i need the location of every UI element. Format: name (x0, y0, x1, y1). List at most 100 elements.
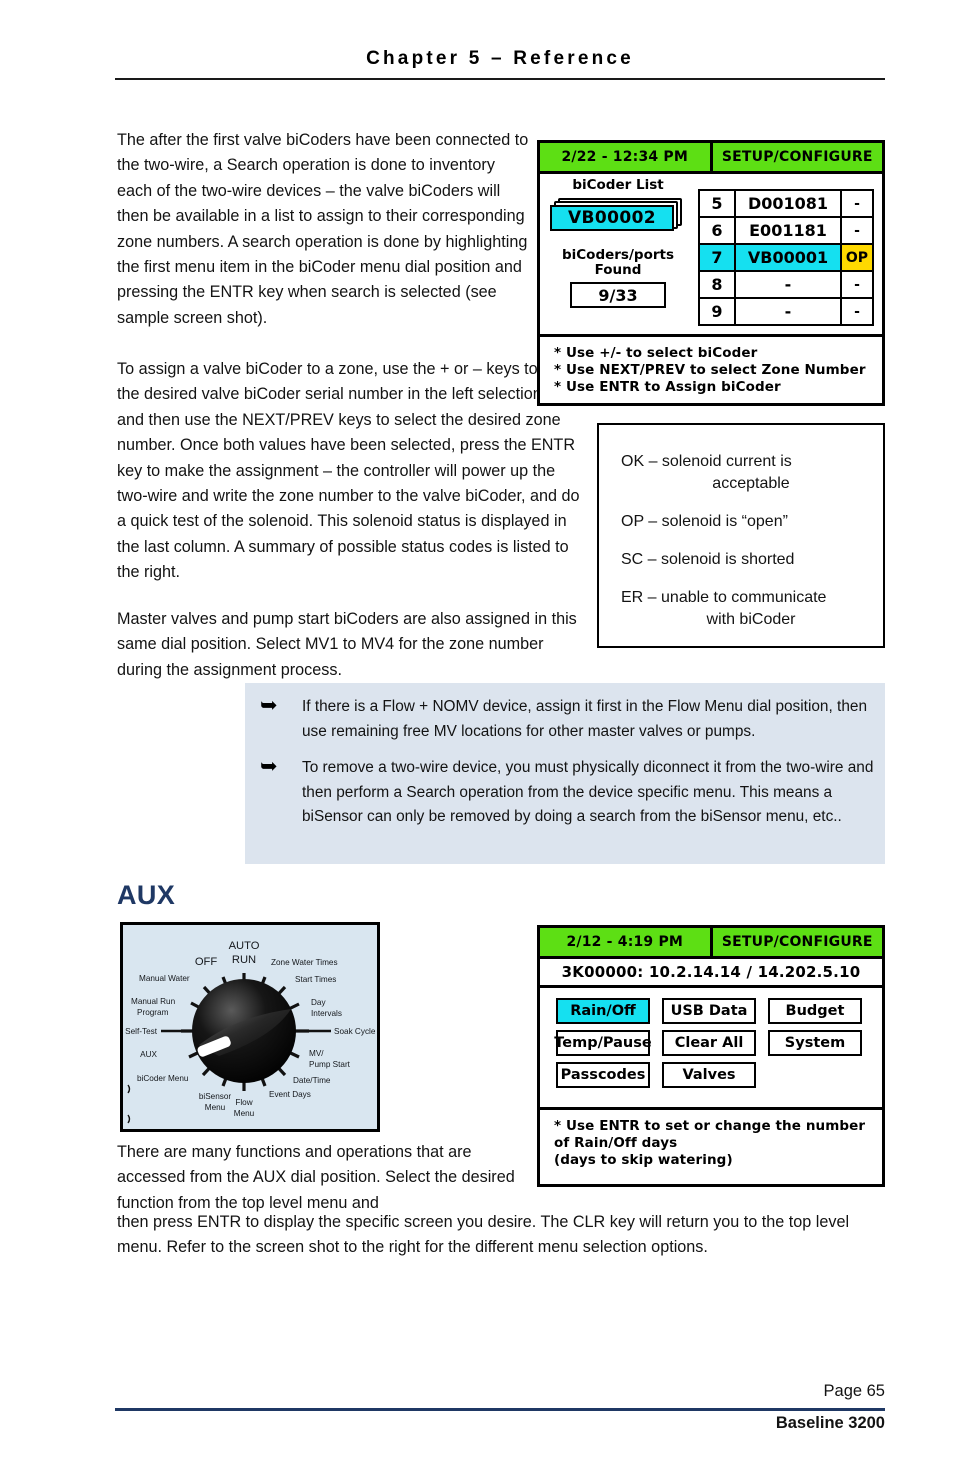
aux-button-system[interactable]: System (768, 1030, 862, 1056)
note-callout: ➥ If there is a Flow + NOMV device, assi… (245, 683, 885, 864)
dial-label-pump-start: Pump Start (309, 1060, 351, 1069)
aux-button-passcodes[interactable]: Passcodes (556, 1062, 650, 1088)
aux-button-budget[interactable]: Budget (768, 998, 862, 1024)
aux-button-clear-all[interactable]: Clear All (662, 1030, 756, 1056)
dial-label-zone-water-times: Zone Water Times (271, 958, 338, 967)
dial-label-bisensor-line1: biSensor (199, 1092, 232, 1101)
bicoder-screen-titlebar: 2/22 - 12:34 PM SETUP/CONFIGURE (540, 143, 882, 174)
zone-serial: D001081 (734, 189, 842, 218)
paragraph-aux-left: There are many functions and operations … (117, 1143, 515, 1212)
dial-label-day: Day (311, 998, 326, 1007)
bicoder-screen-figure: 2/22 - 12:34 PM SETUP/CONFIGURE biCoder … (537, 140, 885, 406)
aux-screen-version: 3K00000: 10.2.14.14 / 14.202.5.10 (540, 959, 882, 988)
arrow-bullet-icon: ➥ (260, 694, 278, 717)
aux-menu-grid: Rain/Off USB Data Budget Temp/Pause Clea… (540, 988, 882, 1110)
hint-line: * Use +/- to select biCoder (554, 345, 758, 361)
table-row[interactable]: 5 D001081 - (698, 189, 874, 218)
bicoder-screen-datetime: 2/22 - 12:34 PM (540, 143, 713, 171)
aux-screen-hints: * Use ENTR to set or change the number o… (540, 1110, 882, 1169)
dial-label-intervals: Intervals (311, 1009, 342, 1018)
dial-label-off: OFF (195, 956, 218, 968)
bicoders-found-value: 9/33 (570, 282, 666, 308)
aux-button-temp-pause[interactable]: Temp/Pause (554, 1030, 652, 1056)
dial-label-run: RUN (232, 954, 256, 966)
bicoders-found-label-line2: Found (594, 262, 642, 278)
dial-label-bicoder-menu: biCoder Menu (137, 1074, 189, 1083)
zone-status: - (840, 270, 874, 299)
bicoders-found-label: biCoders/ports Found (548, 248, 688, 278)
aux-screen-titlebar: 2/12 - 4:19 PM SETUP/CONFIGURE (540, 928, 882, 959)
zone-serial: - (734, 270, 842, 299)
section-heading-aux: AUX (117, 880, 176, 910)
bicoder-screen-mode: SETUP/CONFIGURE (721, 149, 873, 165)
dial-diagram-svg: AUTO RUN OFF Zone Water Times Start Time… (125, 940, 376, 1124)
status-code-op-text: OP – solenoid is “open” (621, 513, 788, 530)
zone-status: - (840, 189, 874, 218)
zone-index: 8 (698, 270, 736, 299)
table-row-selected[interactable]: 7 VB00001 OP (698, 243, 874, 272)
aux-menu-row: Rain/Off USB Data Budget (556, 998, 866, 1024)
zone-serial: - (734, 297, 842, 326)
dial-label-auto: AUTO (229, 940, 260, 952)
status-code-legend: OK – solenoid current is acceptable OP –… (597, 423, 885, 648)
status-code-op: OP – solenoid is “open” (621, 511, 863, 533)
paragraph-aux-wide: then press ENTR to display the specific … (117, 1213, 850, 1257)
aux-screen-datetime: 2/12 - 4:19 PM (540, 928, 713, 956)
note-item: ➥ If there is a Flow + NOMV device, assi… (257, 695, 875, 744)
zone-status: - (840, 216, 874, 245)
dial-label-flow-menu-line1: Flow (235, 1098, 252, 1107)
dial-label-soak-cycle: Soak Cycle (334, 1027, 376, 1036)
hint-line: (days to skip watering) (554, 1152, 733, 1168)
arrow-bullet-icon: ➥ (260, 755, 278, 778)
dial-label-program: Program (137, 1008, 169, 1017)
bicoder-list-label: biCoder List (572, 177, 664, 193)
status-code-er-cont: with biCoder (706, 611, 796, 628)
zone-index: 5 (698, 189, 736, 218)
dial-label-self-test: Self-Test (125, 1027, 158, 1036)
header-divider (115, 78, 885, 80)
aux-button-usb-data[interactable]: USB Data (662, 998, 756, 1024)
dial-label-bisensor-line2: Menu (205, 1103, 226, 1112)
zone-serial: E001181 (734, 216, 842, 245)
zone-status: - (840, 297, 874, 326)
paragraph-intro: The after the first valve biCoders have … (117, 128, 529, 348)
footer-divider (115, 1408, 885, 1411)
zone-index: 7 (698, 243, 736, 272)
note-item: ➥ To remove a two-wire device, you must … (257, 756, 875, 830)
aux-menu-row: Temp/Pause Clear All System (554, 1030, 866, 1056)
aux-menu-screen-figure: 2/12 - 4:19 PM SETUP/CONFIGURE 3K00000: … (537, 925, 885, 1187)
paragraph-2: To assign a valve biCoder to a zone, use… (117, 360, 585, 582)
bicoder-left-panel: biCoder List VB00002 biCoders/ports Foun… (548, 178, 688, 308)
document-page: Chapter 5 – Reference The after the firs… (0, 0, 954, 1475)
dial-label-manual-run: Manual Run (131, 997, 176, 1006)
status-code-ok: OK – solenoid current is acceptable (621, 451, 863, 495)
status-code-er-text: ER – unable to communicate (621, 589, 827, 606)
aux-button-valves[interactable]: Valves (662, 1062, 756, 1088)
bicoder-screen-hints: * Use +/- to select biCoder * Use NEXT/P… (540, 337, 882, 396)
dial-bezel-marks (127, 1084, 131, 1124)
zone-serial: VB00001 (734, 243, 842, 272)
bicoder-selection-box[interactable]: VB00002 (548, 198, 688, 234)
aux-button-rain-off[interactable]: Rain/Off (556, 998, 650, 1024)
status-code-er: ER – unable to communicate with biCoder (621, 587, 863, 631)
zone-index: 6 (698, 216, 736, 245)
dial-label-manual-water: Manual Water (139, 974, 190, 983)
table-row[interactable]: 9 - - (698, 297, 874, 326)
dial-label-mv: MV/ (309, 1049, 324, 1058)
hint-line: * Use ENTR to set or change the number (554, 1118, 866, 1134)
selected-bicoder-value[interactable]: VB00002 (550, 205, 674, 231)
bicoder-zone-table: 5 D001081 - 6 E001181 - 7 VB00001 OP 8 -… (698, 189, 874, 326)
paragraph-1: The after the first valve biCoders have … (117, 131, 529, 327)
page-title: Chapter 5 – Reference (366, 48, 634, 69)
table-row[interactable]: 6 E001181 - (698, 216, 874, 245)
footer-product-name: Baseline 3200 (775, 1414, 885, 1432)
hint-line: * Use NEXT/PREV to select Zone Number (554, 362, 866, 378)
hint-line: * Use ENTR to Assign biCoder (554, 379, 781, 395)
aux-screen-mode: SETUP/CONFIGURE (721, 934, 873, 950)
paragraph-3: Master valves and pump start biCoders ar… (117, 610, 577, 679)
zone-index: 9 (698, 297, 736, 326)
table-row[interactable]: 8 - - (698, 270, 874, 299)
aux-button-empty-slot (768, 1062, 862, 1088)
status-code-ok-cont: acceptable (712, 475, 790, 492)
control-dial-figure: AUTO RUN OFF Zone Water Times Start Time… (120, 922, 380, 1132)
